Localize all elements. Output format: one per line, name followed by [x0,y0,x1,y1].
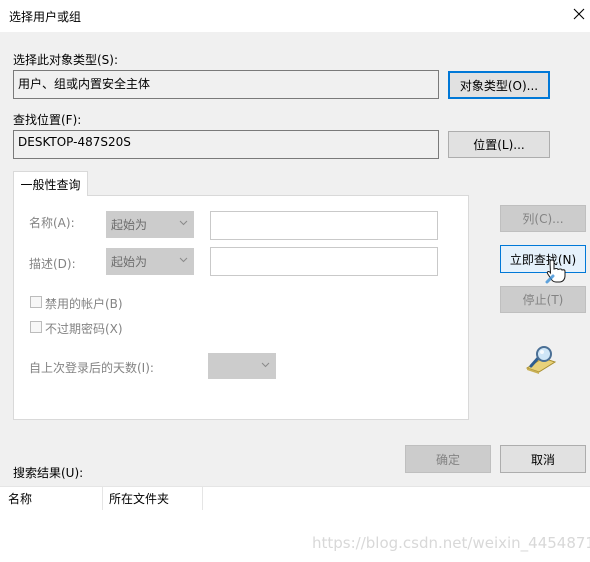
chevron-down-icon [179,220,188,226]
window-title: 选择用户或组 [9,10,82,24]
description-match-combo[interactable]: 起始为 [106,248,194,275]
name-match-value: 起始为 [111,218,148,232]
description-label: 描述(D): [29,257,76,271]
title-bar [0,0,590,32]
find-now-button[interactable]: 立即查找(N) [500,245,586,273]
object-type-field: 用户、组或内置安全主体 [13,70,439,99]
name-match-combo[interactable]: 起始为 [106,211,194,238]
tab-general-query[interactable]: 一般性查询 [13,171,88,196]
stop-button[interactable]: 停止(T) [500,286,586,313]
non-expiring-password-checkbox[interactable] [30,321,42,333]
disabled-accounts-checkbox[interactable] [30,296,42,308]
column-header-folder[interactable]: 所在文件夹 [109,486,201,510]
ok-button[interactable]: 确定 [405,445,491,473]
watermark-text: https://blog.csdn.net/weixin_44548718 [312,534,590,552]
columns-button[interactable]: 列(C)... [500,205,586,232]
cancel-button[interactable]: 取消 [500,445,586,473]
description-match-value: 起始为 [111,255,148,269]
days-since-login-combo[interactable] [208,353,276,379]
object-types-button[interactable]: 对象类型(O)... [448,71,550,99]
object-type-label: 选择此对象类型(S): [13,53,119,67]
chevron-down-icon [261,362,270,368]
column-separator[interactable] [102,486,103,510]
close-icon[interactable] [571,6,587,22]
column-separator[interactable] [202,486,203,510]
locations-button[interactable]: 位置(L)... [448,131,550,158]
chevron-down-icon [179,257,188,263]
search-magnifier-icon [525,346,557,374]
name-label: 名称(A): [29,216,75,230]
location-field: DESKTOP-487S20S [13,130,439,159]
days-since-login-label: 自上次登录后的天数(I): [29,361,154,375]
location-label: 查找位置(F): [13,113,82,127]
description-input[interactable] [210,247,438,276]
name-input[interactable] [210,211,438,240]
search-results-label: 搜索结果(U): [13,466,84,480]
non-expiring-password-label: 不过期密码(X) [45,322,123,336]
column-header-name[interactable]: 名称 [8,486,102,510]
disabled-accounts-label: 禁用的帐户(B) [45,297,123,311]
hand-pointer-icon [545,259,566,284]
